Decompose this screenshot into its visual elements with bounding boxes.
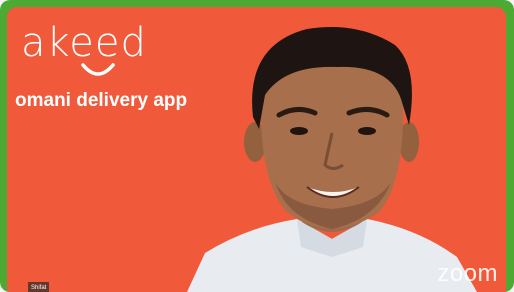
participant-name-tag: Shifat [28, 282, 50, 292]
zoom-watermark: zoom [437, 260, 498, 287]
video-feed[interactable]: akeed omani delivery app Shifat zoom [7, 7, 506, 292]
smile-logo-icon [81, 63, 115, 76]
speaker-frame: akeed omani delivery app Shifat zoom [0, 0, 514, 292]
akeed-logo: akeed [21, 20, 147, 66]
participant-video [187, 27, 477, 292]
